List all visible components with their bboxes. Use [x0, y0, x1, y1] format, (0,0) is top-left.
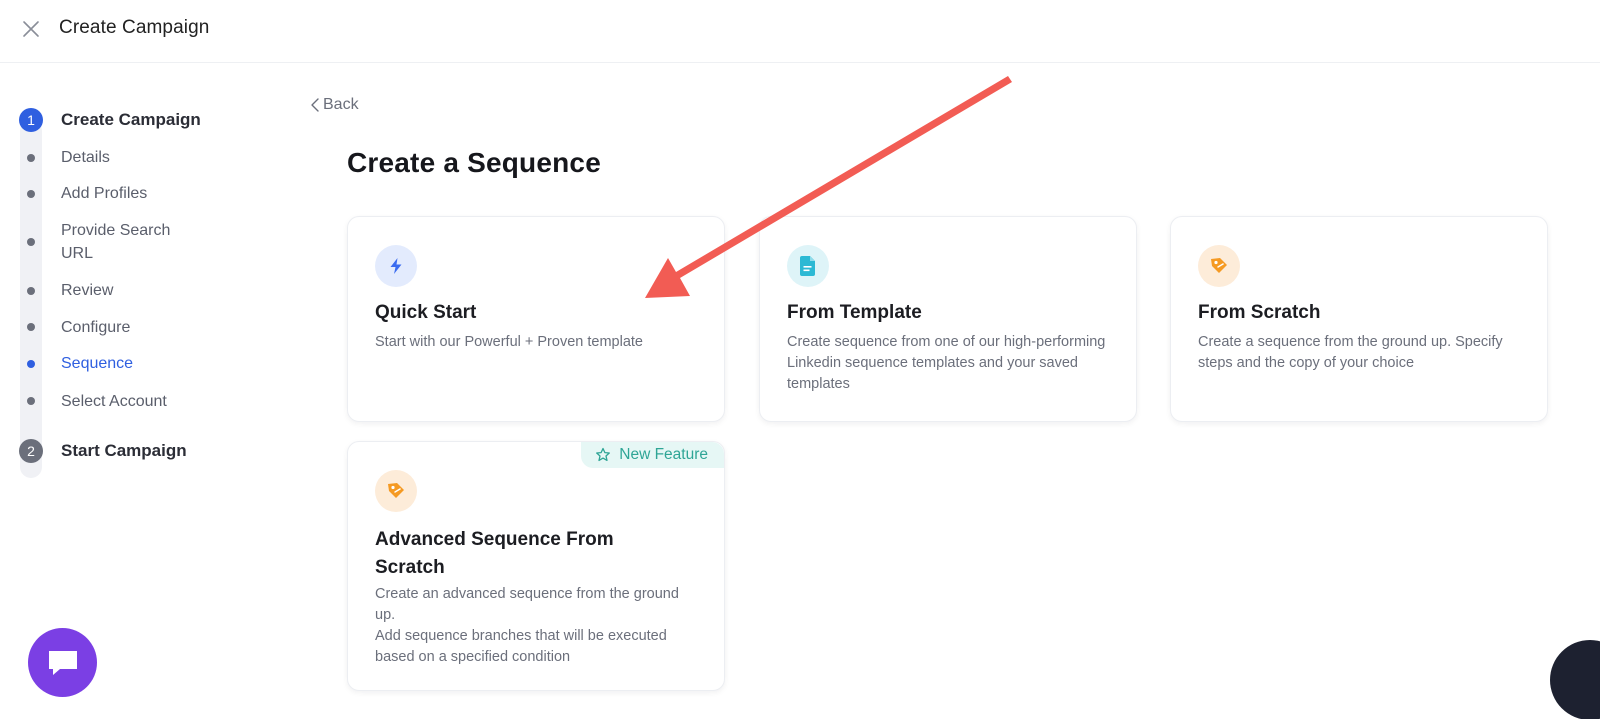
sub-item-dot [27, 323, 35, 331]
sub-item-dot [27, 397, 35, 405]
card-title: Quick Start [375, 302, 477, 323]
card-description: Create an advanced sequence from the gro… [375, 584, 685, 668]
step-title-create-campaign[interactable]: Create Campaign [61, 110, 201, 130]
card-description: Create a sequence from the ground up. Sp… [1198, 334, 1503, 371]
card-title: From Scratch [1198, 302, 1321, 323]
help-widget[interactable] [1550, 640, 1600, 719]
sub-item-sequence[interactable]: Sequence [61, 352, 133, 375]
from-template-card[interactable]: From Template Create sequence from one o… [759, 216, 1137, 422]
star-icon [596, 447, 611, 462]
card-description-line: Add sequence branches that will be execu… [375, 628, 667, 665]
chat-button[interactable] [28, 628, 97, 697]
sub-item-dot-current [27, 360, 35, 368]
sub-item-dot [27, 287, 35, 295]
pen-tag-icon [1198, 245, 1240, 287]
top-bar: Create Campaign [0, 0, 1600, 63]
sub-item-dot [27, 238, 35, 246]
card-description: Start with our Powerful + Proven templat… [375, 334, 643, 350]
sub-item-review[interactable]: Review [61, 279, 113, 302]
card-title: From Template [787, 302, 922, 323]
pen-tag-icon [375, 470, 417, 512]
card-description-line: Create an advanced sequence from the gro… [375, 586, 679, 623]
new-feature-badge: New Feature [581, 442, 724, 468]
page-title: Create a Sequence [347, 147, 601, 178]
card-title: Advanced Sequence From Scratch [375, 529, 614, 578]
sub-item-configure[interactable]: Configure [61, 316, 130, 339]
header-title: Create Campaign [59, 17, 210, 38]
sub-item-add-profiles[interactable]: Add Profiles [61, 182, 147, 205]
sub-item-dot [27, 190, 35, 198]
sub-item-details[interactable]: Details [61, 146, 110, 169]
step-number-2: 2 [19, 439, 43, 463]
from-scratch-card[interactable]: From Scratch Create a sequence from the … [1170, 216, 1548, 422]
close-icon[interactable] [20, 18, 42, 40]
advanced-sequence-card[interactable]: New Feature Advanced Sequence From Scrat… [347, 441, 725, 691]
back-link[interactable]: Back [309, 96, 359, 114]
step-title-start-campaign[interactable]: Start Campaign [61, 441, 187, 461]
card-description: Create sequence from one of our high-per… [787, 334, 1106, 392]
step-number-1: 1 [19, 108, 43, 132]
stepper-rail [20, 120, 42, 478]
chat-bubble-icon [48, 650, 77, 675]
chevron-left-icon [311, 98, 319, 112]
back-label: Back [323, 96, 359, 113]
sub-item-provide-search-url[interactable]: Provide Search URL [61, 219, 201, 265]
bolt-icon [375, 245, 417, 287]
badge-label: New Feature [619, 446, 708, 463]
sub-item-select-account[interactable]: Select Account [61, 390, 167, 413]
document-icon [787, 245, 829, 287]
sub-item-dot [27, 154, 35, 162]
quick-start-card[interactable]: Quick Start Start with our Powerful + Pr… [347, 216, 725, 422]
